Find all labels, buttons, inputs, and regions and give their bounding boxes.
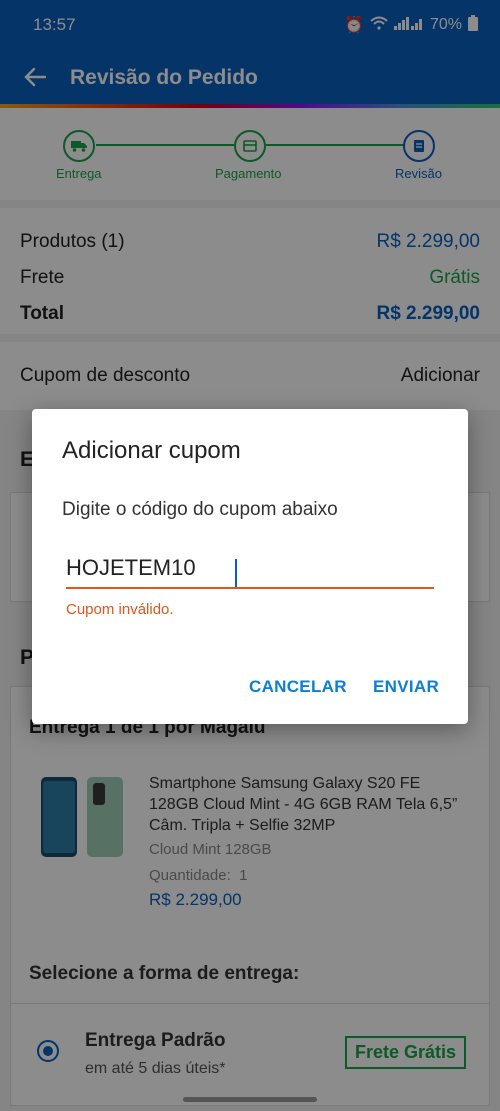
cancel-button[interactable]: CANCELAR [249,677,347,697]
submit-button[interactable]: ENVIAR [373,677,439,697]
home-indicator[interactable] [183,1097,317,1102]
dialog-subtitle: Digite o código do cupom abaixo [62,499,338,520]
dialog-title: Adicionar cupom [62,437,241,464]
text-cursor [235,559,237,587]
coupon-error-message: Cupom inválido. [66,601,174,618]
coupon-code-input[interactable] [66,553,434,589]
add-coupon-dialog: Adicionar cupom Digite o código do cupom… [32,409,468,724]
